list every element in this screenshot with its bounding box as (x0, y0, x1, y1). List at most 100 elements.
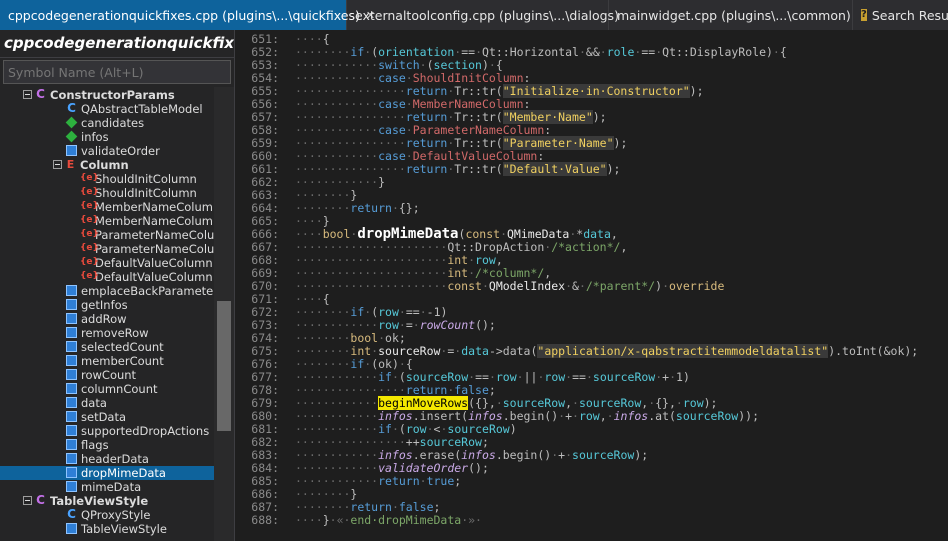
code-token: · (405, 71, 413, 85)
code-token: "Parameter·Name" (502, 136, 614, 150)
code-token: || (523, 370, 538, 384)
symbol-item[interactable]: C ConstructorParams (0, 88, 214, 102)
code-token: if (350, 305, 365, 319)
code-token: ············ (295, 123, 379, 137)
code-token: · (398, 305, 406, 319)
symbol-item[interactable]: supportedDropActions (0, 424, 214, 438)
symbol-item[interactable]: {e}ShouldInitColumn (0, 186, 214, 200)
symbol-item[interactable]: TableViewStyle (0, 522, 214, 536)
code-token: .begin() (495, 448, 552, 462)
symbol-item[interactable]: validateOrder (0, 144, 214, 158)
symbol-item[interactable]: rowCount (0, 368, 214, 382)
tab-cppcodegenerationquickfixes[interactable]: cppcodegenerationquickfixes.cpp (plugins… (0, 0, 375, 30)
symbol-item[interactable]: infos (0, 130, 214, 144)
code-token: ) (509, 422, 517, 436)
code-token: "Default·Value" (502, 162, 607, 176)
symbol-item[interactable]: {e}DefaultValueColumn (0, 256, 214, 270)
code-token: : (523, 97, 531, 111)
symbol-item[interactable]: {e}DefaultValueColumn (0, 270, 214, 284)
code-token: : (544, 123, 552, 137)
code-token: } (350, 188, 358, 202)
symbol-item[interactable]: data (0, 396, 214, 410)
symbol-item[interactable]: emplaceBackParameter (0, 284, 214, 298)
symbol-item[interactable]: selectedCount (0, 340, 214, 354)
field-icon (65, 116, 78, 129)
symbol-label: QProxyStyle (81, 508, 151, 522)
code-token: ················ (295, 162, 406, 176)
symbol-item[interactable]: memberCount (0, 354, 214, 368)
code-token: row (475, 253, 496, 267)
code-token: · (468, 266, 476, 280)
tab-search-results[interactable]: ? Search Resu (853, 0, 948, 30)
code-token: = (405, 318, 413, 332)
collapse-icon[interactable] (23, 90, 32, 99)
symbol-search-input[interactable] (4, 61, 230, 83)
code-token: } (322, 513, 330, 527)
code-token: ; (433, 500, 441, 514)
symbol-item[interactable]: {e}ParameterNameColumn (0, 242, 214, 256)
method-icon (66, 327, 77, 338)
code-token: sourceRow (572, 448, 635, 462)
symbol-item[interactable]: removeRow (0, 326, 214, 340)
code-token: } (378, 175, 386, 189)
code-line[interactable]: 670: ······················const·QModelIn… (235, 280, 948, 293)
tree-scrollbar[interactable] (214, 87, 234, 541)
tree-scrollbar-thumb[interactable] (217, 301, 231, 431)
code-token: · (468, 253, 476, 267)
code-token: · (398, 318, 406, 332)
code-token: == (405, 305, 420, 319)
symbol-item[interactable]: dropMimeData (0, 466, 214, 480)
collapse-icon[interactable] (53, 160, 62, 169)
code-token: ············ (295, 422, 379, 436)
code-token: return (405, 136, 448, 150)
code-token: · (599, 45, 607, 59)
code-line[interactable]: 688: ····}·«·end·dropMimeData·»· (235, 514, 948, 527)
tab-mainwidget[interactable]: mainwidget.cpp (plugins\...\common) (609, 0, 853, 30)
symbol-item[interactable]: candidates (0, 116, 214, 130)
symbol-item[interactable]: columnCount (0, 382, 214, 396)
code-token: Tr::tr( (454, 110, 503, 124)
outline-file-title: cppcodegenerationquickfixes.cpp (0, 30, 234, 58)
code-token: { (405, 357, 413, 371)
symbol-item[interactable]: headerData (0, 452, 214, 466)
symbol-label: setData (81, 410, 127, 424)
code-token: row (378, 305, 399, 319)
symbol-item[interactable]: getInfos (0, 298, 214, 312)
symbol-item[interactable]: {e}ShouldInitColumn (0, 172, 214, 186)
code-token: · (412, 318, 420, 332)
symbol-search-box[interactable] (3, 60, 231, 84)
code-token: return (405, 110, 448, 124)
symbol-item[interactable]: setData (0, 410, 214, 424)
code-token: == (461, 45, 476, 59)
enum-value-icon: {e} (80, 257, 99, 267)
symbol-item[interactable]: flags (0, 438, 214, 452)
code-line[interactable]: 664: ········return·{}; (235, 202, 948, 215)
method-icon (66, 369, 77, 380)
symbol-item[interactable]: C TableViewStyle (0, 494, 214, 508)
symbol-label: emplaceBackParameter (81, 284, 214, 298)
code-token: ······················ (295, 279, 448, 293)
code-token: beginMoveRows (378, 396, 469, 410)
code-token: ················ (295, 110, 406, 124)
code-token: ShouldInitColumn (412, 71, 524, 85)
tab-externaltoolconfig[interactable]: externaltoolconfig.cpp (plugins\...\dial… (347, 0, 619, 30)
code-token: ············ (295, 396, 379, 410)
code-token: ); (606, 162, 621, 176)
symbol-item[interactable]: mimeData (0, 480, 214, 494)
symbol-item[interactable]: E Column (0, 158, 214, 172)
enum-value-icon: {e} (80, 201, 99, 211)
symbol-item[interactable]: C QProxyStyle (0, 508, 214, 522)
code-token: {}; (398, 201, 420, 215)
method-icon (66, 355, 77, 366)
symbol-item[interactable]: C QAbstractTableModel (0, 102, 214, 116)
enum-value-icon: {e} (80, 243, 99, 253)
symbol-item[interactable]: {e}ParameterNameColumn (0, 228, 214, 242)
code-token: · (675, 396, 683, 410)
code-token: ); (613, 136, 628, 150)
code-token: Qt::DropAction (447, 240, 545, 254)
code-editor[interactable]: 651: ····{652: ········if·(orientation·==·… (234, 30, 948, 541)
collapse-icon[interactable] (23, 496, 32, 505)
symbol-item[interactable]: {e}MemberNameColumn (0, 214, 214, 228)
symbol-item[interactable]: {e}MemberNameColumn (0, 200, 214, 214)
symbol-item[interactable]: addRow (0, 312, 214, 326)
